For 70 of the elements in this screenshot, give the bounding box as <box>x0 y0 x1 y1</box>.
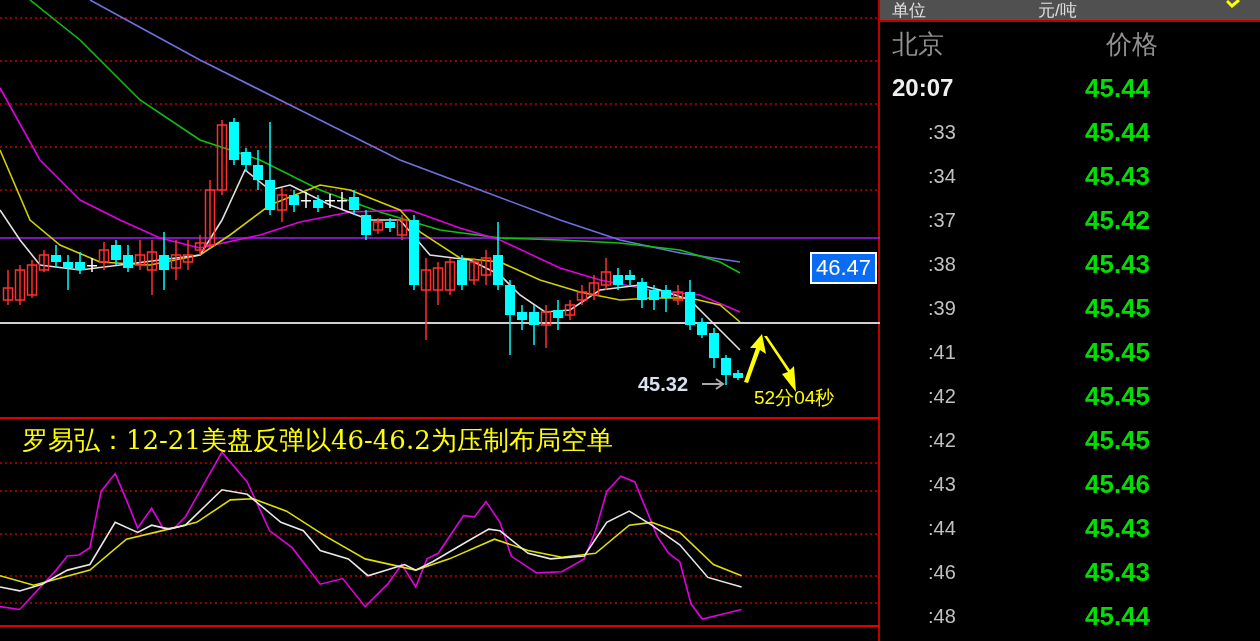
column-header: 价格 <box>1106 27 1158 61</box>
price-cell-text: 45.45 <box>1085 291 1151 325</box>
time-cell-text: :48 <box>927 604 957 629</box>
candlestick <box>111 239 121 266</box>
countdown-text: 52分04秒 <box>754 386 835 410</box>
price-cell-text: 45.42 <box>1085 203 1151 237</box>
candlestick <box>301 191 311 209</box>
column-header: 北京 <box>892 27 944 61</box>
header-label: 单位 <box>892 1 926 20</box>
time-cell-text: :39 <box>927 296 957 321</box>
candlestick <box>588 274 600 301</box>
price-cell-text: 45.43 <box>1085 511 1151 545</box>
candlestick <box>325 193 335 209</box>
candlestick <box>444 257 456 296</box>
candlestick <box>529 304 539 346</box>
time-cell-text: :33 <box>927 120 957 145</box>
time-cell-text: :38 <box>927 252 957 277</box>
price-cell-text: 45.43 <box>1085 247 1151 281</box>
candlestick <box>600 257 612 291</box>
candlestick <box>170 239 182 281</box>
candlestick <box>2 269 14 306</box>
candlestick <box>733 369 743 381</box>
candlestick <box>697 317 707 339</box>
time-cell-text: :34 <box>927 164 957 189</box>
price-label: 46.47 <box>810 252 878 284</box>
time-cell-text: :46 <box>927 560 957 585</box>
candlestick <box>159 231 169 291</box>
time-cell-text: :41 <box>927 340 957 365</box>
price-cell-text: 45.44 <box>1085 599 1151 633</box>
candlestick <box>349 189 359 216</box>
check-icon <box>1226 0 1240 8</box>
time-cell-text: :37 <box>927 208 957 233</box>
candlestick <box>721 354 731 386</box>
candlestick <box>457 254 467 291</box>
candlestick <box>14 264 26 306</box>
candlestick <box>649 284 659 311</box>
candlestick <box>576 284 588 306</box>
comment-text: 罗易弘：12-21美盘反弹以46-46.2为压制布局空单 <box>22 424 613 456</box>
price-cell-text: 45.44 <box>1085 115 1151 149</box>
price-cell-text: 45.43 <box>1085 555 1151 589</box>
price-cell-text: 45.44 <box>1085 71 1151 105</box>
up-arrow-icon <box>744 334 768 384</box>
price-cell-text: 45.46 <box>1085 467 1151 501</box>
candlestick <box>75 251 85 275</box>
unit-label: 元/吨 <box>1038 1 1077 20</box>
time-cell-text: :42 <box>927 428 957 453</box>
candlestick <box>123 244 133 273</box>
candlestick <box>709 327 719 369</box>
candlestick <box>468 257 480 286</box>
candlestick <box>241 147 251 173</box>
price-cell-text: 45.45 <box>1085 379 1151 413</box>
time-cell-text: :42 <box>927 384 957 409</box>
candlestick <box>517 304 527 331</box>
time-cell-text: :43 <box>927 472 957 497</box>
time-cell-text: :44 <box>927 516 957 541</box>
price-cell-text: 45.45 <box>1085 335 1151 369</box>
candlestick <box>51 244 61 269</box>
candlestick <box>337 191 347 211</box>
candlestick <box>63 254 73 291</box>
candlestick <box>540 304 552 349</box>
candlestick <box>253 149 263 191</box>
price-cell-text: 45.43 <box>1085 159 1151 193</box>
last-price-label: 45.32 <box>638 372 689 396</box>
candlestick <box>313 194 323 213</box>
price-cell-text: 45.45 <box>1085 423 1151 457</box>
candlestick <box>625 269 635 286</box>
candlestick <box>661 284 671 313</box>
time-cell-text: 20:07 <box>891 73 955 103</box>
candlestick <box>613 267 623 291</box>
candlestick <box>637 277 647 309</box>
